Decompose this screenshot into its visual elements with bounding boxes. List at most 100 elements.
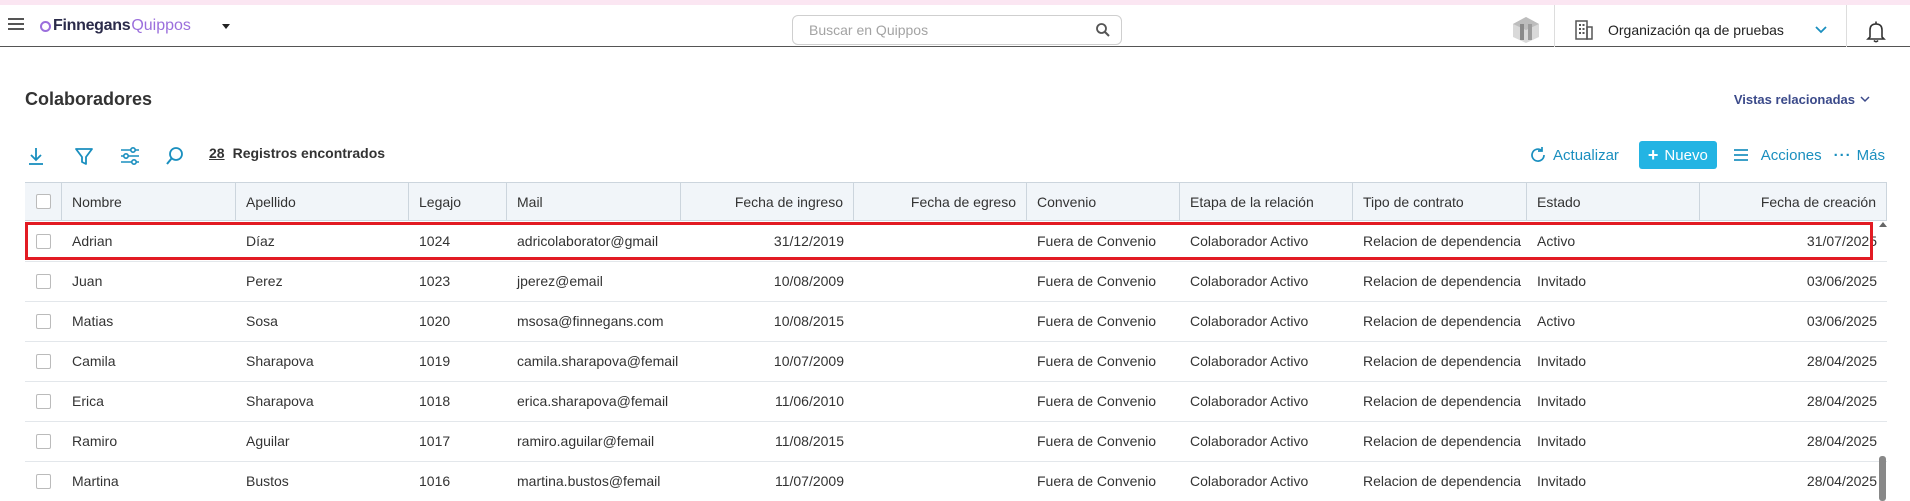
cell-fecha-ingreso: 10/08/2015 <box>773 313 844 329</box>
table-row[interactable]: Martina Bustos 1016 martina.bustos@femail 11… <box>25 462 1887 501</box>
refresh-button[interactable]: Actualizar <box>1529 146 1619 164</box>
top-bar: Finnegans Quippos Organización qa de pru… <box>0 5 1910 47</box>
cell-apellido: Aguilar <box>246 433 290 449</box>
ellipsis-icon: ··· <box>1833 146 1852 164</box>
organization-name: Organización qa de pruebas <box>1608 22 1784 38</box>
table-row[interactable]: Adrian Díaz 1024 adricolaborator@gmail 31/12… <box>25 222 1887 262</box>
related-views-label: Vistas relacionadas <box>1733 92 1855 107</box>
cell-nombre: Juan <box>72 273 103 289</box>
sliders-icon[interactable] <box>119 145 141 167</box>
cell-mail: ramiro.aguilar@femail <box>517 433 655 449</box>
cell-mail: jperez@email <box>517 273 603 289</box>
brand-name-part2: Quippos <box>131 17 191 34</box>
records-count-label: Registros encontrados <box>232 145 386 161</box>
list-icon <box>1733 149 1748 161</box>
brand-mark-icon <box>40 20 51 32</box>
row-checkbox[interactable] <box>36 394 51 409</box>
more-button[interactable]: ··· Más <box>1834 147 1885 164</box>
cell-fecha-egreso <box>854 342 1027 381</box>
cell-etapa: Colaborador Activo <box>1190 233 1309 249</box>
cell-fecha-creacion: 28/04/2025 <box>1806 473 1877 489</box>
row-checkbox[interactable] <box>36 314 51 329</box>
cell-estado: Invitado <box>1537 473 1587 489</box>
row-checkbox[interactable] <box>36 434 51 449</box>
search-icon[interactable] <box>164 145 186 167</box>
column-header-legajo[interactable]: Legajo <box>409 183 507 221</box>
column-header-mail[interactable]: Mail <box>507 183 681 221</box>
actions-label: Acciones <box>1760 146 1822 164</box>
caret-down-icon[interactable] <box>222 24 230 29</box>
hamburger-icon[interactable] <box>8 18 24 32</box>
new-button[interactable]: + Nuevo <box>1638 141 1717 169</box>
column-header-convenio[interactable]: Convenio <box>1027 183 1180 221</box>
column-header-nombre[interactable]: Nombre <box>62 183 236 221</box>
table-row[interactable]: Camila Sharapova 1019 camila.sharapova@fema… <box>25 342 1887 382</box>
cell-tipo-contrato: Relacion de dependencia <box>1363 433 1522 449</box>
actions-button[interactable]: Acciones <box>1733 147 1822 164</box>
refresh-label: Actualizar <box>1553 146 1619 164</box>
table-row[interactable]: Erica Sharapova 1018 erica.sharapova@femail… <box>25 382 1887 422</box>
cell-legajo: 1016 <box>419 473 451 489</box>
cell-etapa: Colaborador Activo <box>1190 433 1309 449</box>
scroll-thumb[interactable] <box>1879 456 1886 501</box>
cell-fecha-egreso <box>854 382 1027 421</box>
cell-convenio: Fuera de Convenio <box>1037 433 1157 449</box>
cell-legajo: 1017 <box>419 433 451 449</box>
column-header-tipo-contrato[interactable]: Tipo de contrato <box>1353 183 1527 221</box>
row-checkbox[interactable] <box>36 354 51 369</box>
cell-tipo-contrato: Relacion de dependencia <box>1363 393 1522 409</box>
bell-icon[interactable] <box>1866 21 1886 43</box>
cell-fecha-creacion: 03/06/2025 <box>1806 313 1877 329</box>
cell-apellido: Perez <box>246 273 283 289</box>
cell-fecha-creacion: 28/04/2025 <box>1806 433 1877 449</box>
cell-estado: Invitado <box>1537 353 1587 369</box>
refresh-icon <box>1531 147 1545 162</box>
column-header-fecha-egreso[interactable]: Fecha de egreso <box>854 183 1027 221</box>
column-header-apellido[interactable]: Apellido <box>236 183 409 221</box>
collaborators-table: Nombre Apellido Legajo Mail Fecha de ingreso… <box>25 182 1892 501</box>
column-header-fecha-creacion[interactable]: Fecha de creación <box>1700 183 1887 221</box>
column-header-fecha-ingreso[interactable]: Fecha de ingreso <box>681 183 854 221</box>
scroll-up-arrow[interactable] <box>1879 222 1887 227</box>
cell-etapa: Colaborador Activo <box>1190 273 1309 289</box>
chevron-down-icon <box>1860 96 1870 103</box>
column-header-etapa[interactable]: Etapa de la relación <box>1180 183 1353 221</box>
search-icon[interactable] <box>1095 22 1111 38</box>
cell-apellido: Sosa <box>246 313 278 329</box>
select-all-cell <box>25 183 62 221</box>
column-header-estado[interactable]: Estado <box>1527 183 1700 221</box>
row-checkbox[interactable] <box>36 234 51 249</box>
page-title: Colaboradores <box>25 89 153 109</box>
cell-nombre: Martina <box>72 473 119 489</box>
related-views-dropdown[interactable]: Vistas relacionadas <box>1734 92 1870 107</box>
cell-fecha-egreso <box>854 262 1027 301</box>
table-row[interactable]: Juan Perez 1023 jperez@email 10/08/2009 Fuera… <box>25 262 1887 302</box>
table-scrollbar[interactable] <box>1877 222 1889 501</box>
more-label: Más <box>1856 146 1885 164</box>
table-row[interactable]: Matias Sosa 1020 msosa@finnegans.com 10/08/2… <box>25 302 1887 342</box>
global-search <box>792 15 1122 45</box>
cell-convenio: Fuera de Convenio <box>1037 273 1157 289</box>
brand-logo[interactable]: Finnegans Quippos <box>40 15 191 37</box>
cell-tipo-contrato: Relacion de dependencia <box>1363 473 1522 489</box>
plus-icon: + <box>1647 144 1659 165</box>
cell-fecha-ingreso: 11/08/2015 <box>774 433 844 449</box>
search-input[interactable] <box>809 16 1089 44</box>
cell-mail: camila.sharapova@femail <box>517 353 679 369</box>
cell-nombre: Camila <box>72 353 116 369</box>
cell-etapa: Colaborador Activo <box>1190 393 1309 409</box>
select-all-checkbox[interactable] <box>36 194 51 209</box>
records-count-number[interactable]: 28 <box>209 145 225 161</box>
cell-fecha-ingreso: 11/07/2009 <box>774 473 844 489</box>
cell-mail: msosa@finnegans.com <box>517 313 664 329</box>
cell-convenio: Fuera de Convenio <box>1037 473 1157 489</box>
row-checkbox[interactable] <box>36 474 51 489</box>
table-row[interactable]: Ramiro Aguilar 1017 ramiro.aguilar@femail 11… <box>25 422 1887 462</box>
cell-convenio: Fuera de Convenio <box>1037 233 1157 249</box>
filter-icon[interactable] <box>73 145 95 167</box>
organization-selector[interactable]: Organización qa de pruebas <box>1574 17 1828 43</box>
cell-legajo: 1023 <box>419 273 451 289</box>
download-icon[interactable] <box>25 145 47 167</box>
row-checkbox[interactable] <box>36 274 51 289</box>
cell-estado: Activo <box>1537 313 1576 329</box>
